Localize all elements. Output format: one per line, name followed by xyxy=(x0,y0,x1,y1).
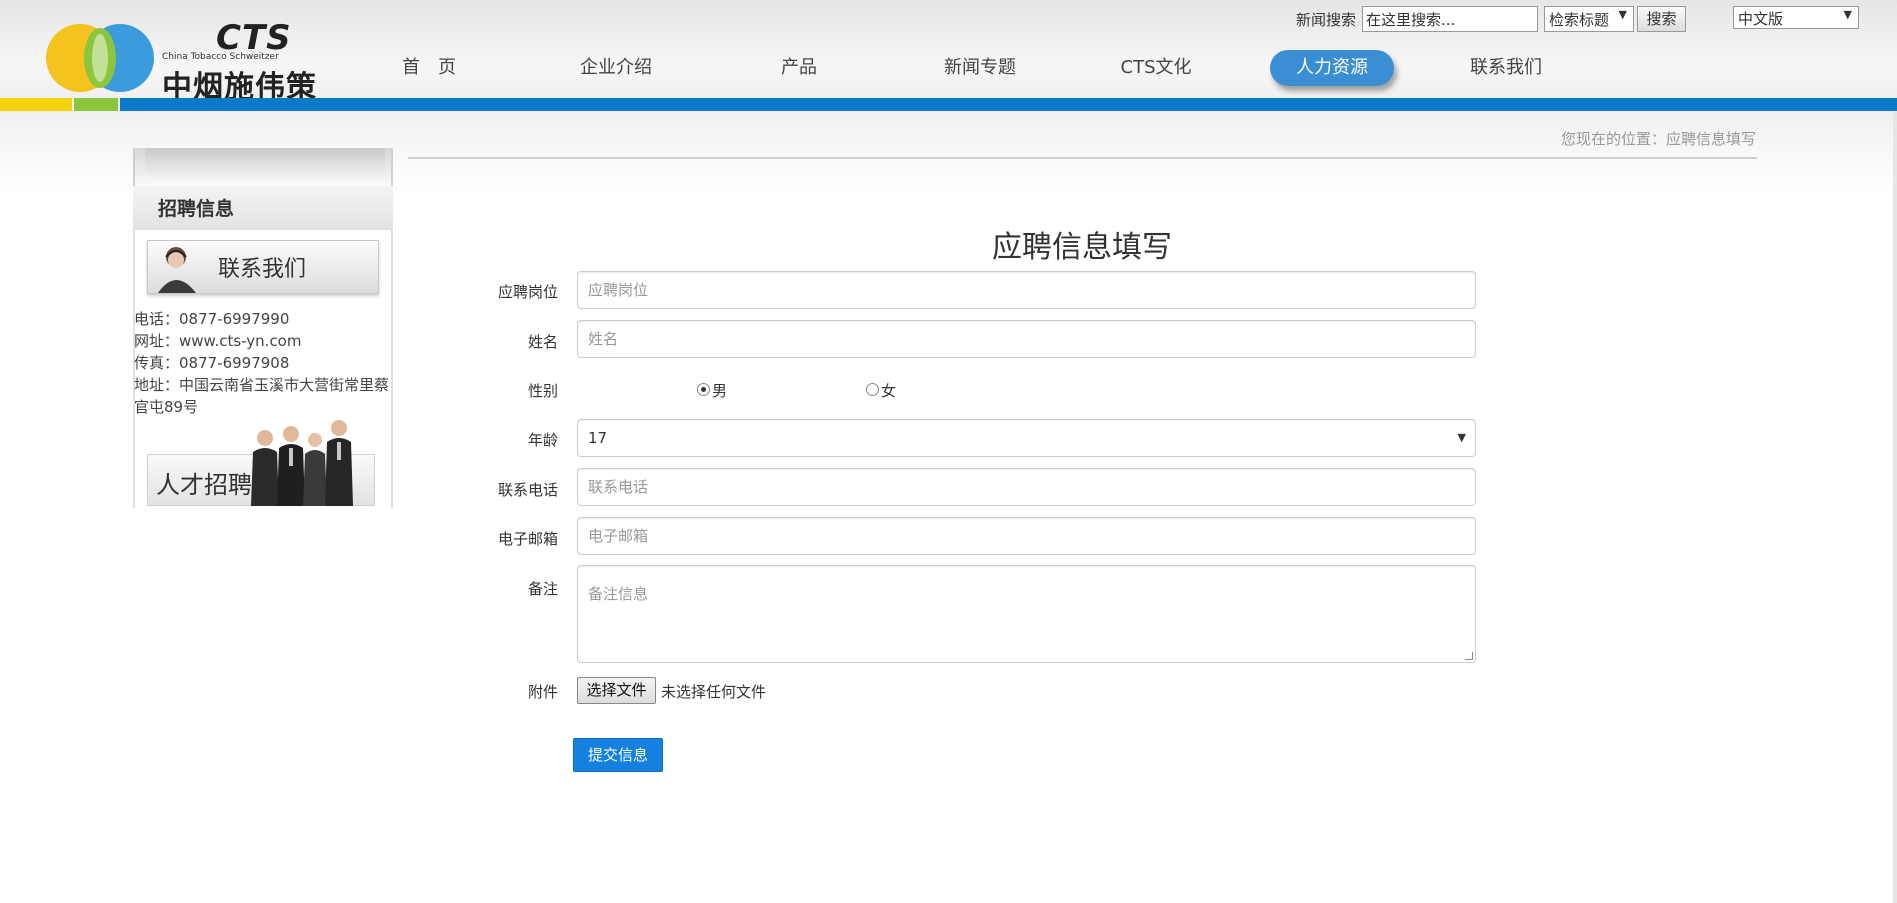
name-label: 姓名 xyxy=(527,333,558,351)
search-button[interactable]: 搜索 xyxy=(1637,6,1686,32)
position-input[interactable]: 应聘岗位 xyxy=(577,271,1476,309)
nav-item-products[interactable]: 产品 xyxy=(766,50,832,86)
search-scope-value: 检索标题 xyxy=(1549,11,1610,29)
contact-fax: 传真：0877-6997908 xyxy=(134,354,290,372)
page-title: 应聘信息填写 xyxy=(992,230,1172,265)
phone-label: 联系电话 xyxy=(497,481,558,499)
gender-label: 性别 xyxy=(527,382,558,400)
contact-us-banner-label: 联系我们 xyxy=(218,257,307,282)
stripe-blue xyxy=(120,98,1897,111)
sidebar-top-decoration xyxy=(133,148,393,186)
language-value: 中文版 xyxy=(1738,10,1784,28)
breadcrumb: 您现在的位置：应聘信息填写 xyxy=(1560,130,1756,148)
search-scope-select[interactable]: 检索标题 ▼ xyxy=(1544,6,1634,32)
site-logo[interactable]: CTS China Tobacco Schweitzer 中烟施伟策 xyxy=(38,18,316,105)
email-label: 电子邮箱 xyxy=(497,530,558,548)
remarks-textarea[interactable]: 备注信息 xyxy=(577,565,1476,663)
age-label: 年龄 xyxy=(527,431,558,449)
choose-file-button[interactable]: 选择文件 xyxy=(577,677,656,704)
scrollbar-track[interactable] xyxy=(1893,112,1897,903)
age-value: 17 xyxy=(588,429,608,447)
gender-male-label[interactable]: 男 xyxy=(712,380,727,401)
file-status-text: 未选择任何文件 xyxy=(661,683,767,701)
nav-item-home[interactable]: 首 页 xyxy=(396,50,462,86)
logo-emblem-icon xyxy=(46,24,154,92)
header-color-stripes xyxy=(0,98,1897,111)
gender-female-label[interactable]: 女 xyxy=(881,380,896,401)
news-search-input[interactable]: 在这里搜索... xyxy=(1362,6,1538,32)
attachment-label: 附件 xyxy=(527,683,558,701)
sidebar: 招聘信息 联系我们 电话：0877-6997990 网址：www.cts-yn.… xyxy=(133,148,393,508)
phone-input[interactable]: 联系电话 xyxy=(577,468,1476,506)
nav-item-contact[interactable]: 联系我们 xyxy=(1470,50,1542,86)
nav-item-culture[interactable]: CTS文化 xyxy=(1120,50,1192,86)
nav-item-news[interactable]: 新闻专题 xyxy=(944,50,1016,86)
business-people-image xyxy=(251,420,353,506)
gender-male-radio[interactable] xyxy=(697,383,710,396)
contact-us-banner[interactable]: 联系我们 xyxy=(147,240,379,294)
language-select[interactable]: 中文版 ▼ xyxy=(1733,6,1859,29)
gender-female-radio[interactable] xyxy=(866,383,879,396)
customer-service-person-icon xyxy=(158,247,196,293)
chevron-down-icon: ▼ xyxy=(1618,8,1627,21)
position-label: 应聘岗位 xyxy=(497,283,558,301)
site-header: CTS China Tobacco Schweitzer 中烟施伟策 新闻搜索 … xyxy=(0,0,1897,112)
stripe-green xyxy=(74,98,118,111)
name-input[interactable]: 姓名 xyxy=(577,320,1476,358)
resize-handle-icon[interactable] xyxy=(1465,652,1473,660)
logo-english-name: China Tobacco Schweitzer xyxy=(162,52,279,62)
nav-item-about[interactable]: 企业介绍 xyxy=(580,50,652,86)
sidebar-top-inner xyxy=(145,148,385,182)
contact-address: 地址：中国云南省玉溪市大营街常里蔡 xyxy=(134,376,390,394)
nav-item-hr[interactable]: 人力资源 xyxy=(1270,50,1394,86)
contact-website: 网址：www.cts-yn.com xyxy=(134,332,302,350)
submit-button[interactable]: 提交信息 xyxy=(573,738,663,772)
stripe-yellow xyxy=(0,98,72,111)
divider xyxy=(408,157,1757,159)
news-search-label: 新闻搜索 xyxy=(1296,10,1357,29)
contact-phone: 电话：0877-6997990 xyxy=(134,310,290,328)
contact-address-line2: 官屯89号 xyxy=(134,398,199,416)
talent-recruitment-label: 人才招聘 xyxy=(156,471,252,499)
chevron-down-icon: ▼ xyxy=(1457,431,1466,444)
email-input[interactable]: 电子邮箱 xyxy=(577,517,1476,555)
chevron-down-icon: ▼ xyxy=(1843,8,1852,21)
sidebar-heading[interactable]: 招聘信息 xyxy=(158,194,234,221)
remarks-placeholder: 备注信息 xyxy=(588,585,649,603)
remarks-label: 备注 xyxy=(527,580,558,598)
age-select[interactable]: 17 ▼ xyxy=(577,419,1476,457)
